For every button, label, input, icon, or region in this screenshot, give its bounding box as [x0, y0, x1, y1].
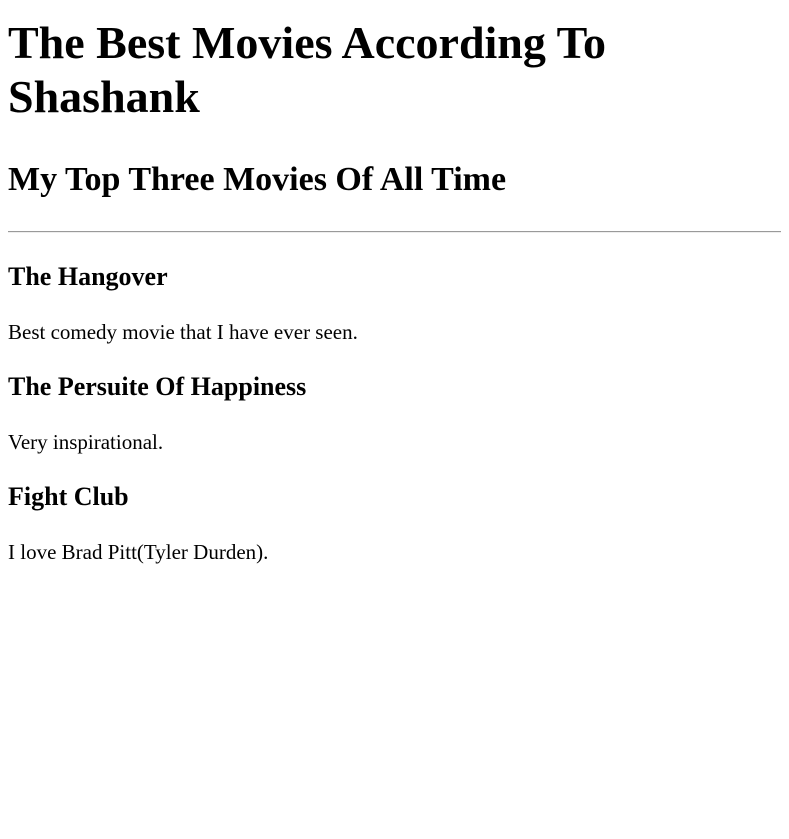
movie-item: The Persuite Of Happiness Very inspirati… — [8, 372, 781, 455]
movie-title-hangover: The Hangover — [8, 262, 168, 291]
page-title: The Best Movies According To Shashank — [8, 17, 607, 122]
page-subtitle: My Top Three Movies Of All Time — [8, 161, 507, 198]
movie-item: The Hangover Best comedy movie that I ha… — [8, 262, 781, 345]
movie-description-fight-club: I love Brad Pitt(Tyler Durden). — [8, 540, 269, 564]
movie-description-pursuit-of-happiness: Very inspirational. — [8, 430, 164, 454]
movie-item: Fight Club I love Brad Pitt(Tyler Durden… — [8, 482, 781, 565]
divider — [8, 231, 781, 233]
movie-title-fight-club: Fight Club — [8, 482, 129, 511]
page-content: The Best Movies According To Shashank My… — [8, 16, 781, 565]
movie-title-pursuit-of-happiness: The Persuite Of Happiness — [8, 372, 307, 401]
movie-description-hangover: Best comedy movie that I have ever seen. — [8, 320, 358, 344]
